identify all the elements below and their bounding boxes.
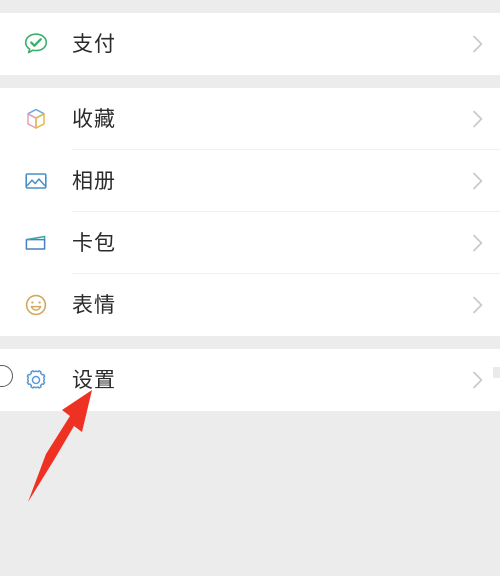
list-item-label: 表情 bbox=[72, 293, 116, 317]
list-item-label: 支付 bbox=[72, 32, 116, 56]
list-item-stickers[interactable]: 表情 bbox=[0, 274, 500, 336]
separator-band-2 bbox=[0, 336, 500, 349]
list-item-favorites[interactable]: 收藏 bbox=[0, 88, 500, 150]
phone-screen: 支付 收藏 相册 卡包 表情 设置 bbox=[0, 0, 500, 576]
list-item-pay[interactable]: 支付 bbox=[0, 13, 500, 75]
list-item-label: 相册 bbox=[72, 169, 116, 193]
separator-band-1 bbox=[0, 75, 500, 88]
chevron-right-icon[interactable] bbox=[456, 171, 500, 191]
list-item-label: 卡包 bbox=[72, 231, 116, 255]
settings-group: 设置 bbox=[0, 349, 500, 411]
chevron-right-icon[interactable] bbox=[456, 34, 500, 54]
sticker-smiley-icon bbox=[0, 290, 72, 320]
list-item-album[interactable]: 相册 bbox=[0, 150, 500, 212]
album-photo-icon bbox=[0, 166, 72, 196]
bottom-empty-area bbox=[0, 411, 500, 576]
content-group: 收藏 相册 卡包 表情 bbox=[0, 88, 500, 336]
card-wallet-icon bbox=[0, 228, 72, 258]
separator-band-top bbox=[0, 0, 500, 13]
list-item-label: 设置 bbox=[72, 368, 116, 392]
chevron-right-icon[interactable] bbox=[456, 233, 500, 253]
list-item-cards[interactable]: 卡包 bbox=[0, 212, 500, 274]
chevron-right-icon[interactable] bbox=[456, 295, 500, 315]
chevron-right-icon[interactable] bbox=[456, 109, 500, 129]
edge-artifact bbox=[493, 367, 500, 378]
list-item-settings[interactable]: 设置 bbox=[0, 349, 500, 411]
list-item-label: 收藏 bbox=[72, 107, 116, 131]
wechat-pay-bubble-check-icon bbox=[0, 29, 72, 59]
favorites-cube-icon bbox=[0, 104, 72, 134]
pay-group: 支付 bbox=[0, 13, 500, 75]
